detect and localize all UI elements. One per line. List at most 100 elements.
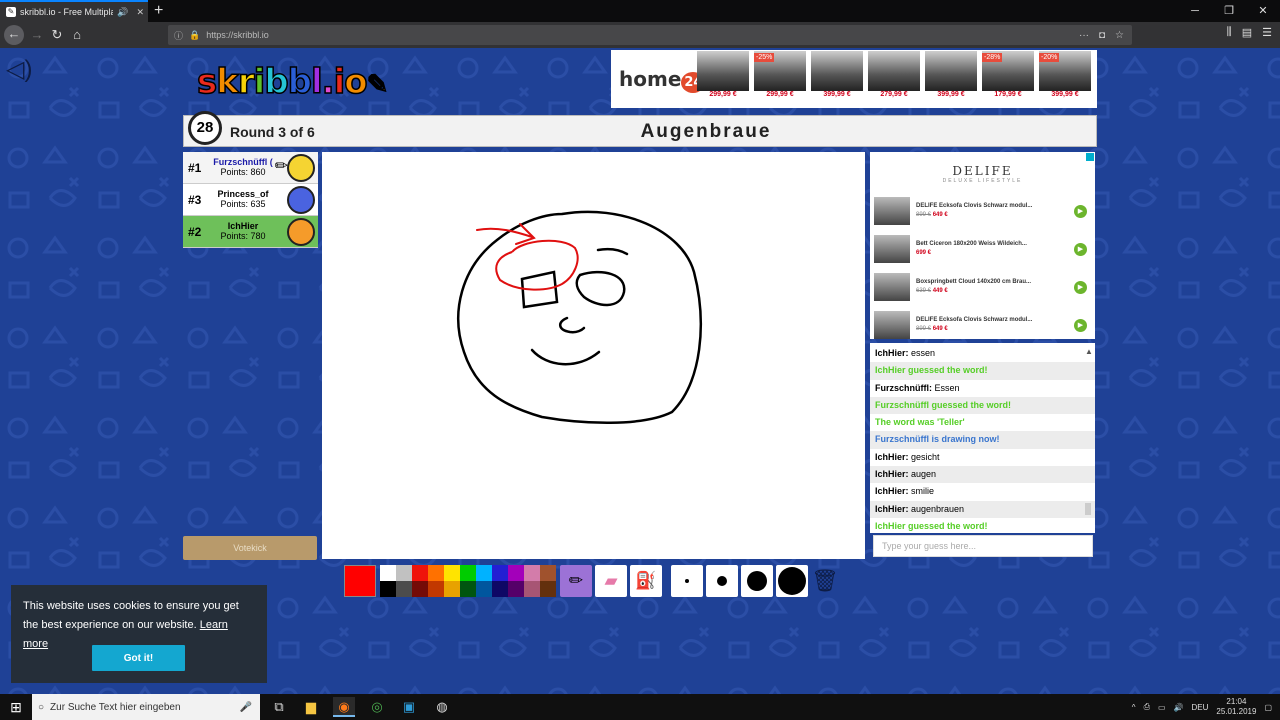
scroll-up-icon[interactable]: ▲ xyxy=(1085,347,1093,356)
battery-icon[interactable]: ▭ xyxy=(1158,703,1166,712)
ad-product[interactable]: 299,99 € xyxy=(695,51,751,107)
pencil-icon: ✏ xyxy=(568,571,584,590)
menu-icon[interactable]: ☰ xyxy=(1262,26,1272,39)
play-arrow-icon[interactable]: ▶ xyxy=(1074,318,1087,332)
color-swatch[interactable] xyxy=(428,565,444,581)
ad-product[interactable]: 299,99 € -25% xyxy=(752,51,808,107)
color-swatch[interactable] xyxy=(540,565,556,581)
color-swatch[interactable] xyxy=(508,581,524,597)
brush-size-button[interactable] xyxy=(741,565,773,597)
ad-product[interactable]: 399,99 € -20% xyxy=(1037,51,1093,107)
firefox-icon[interactable]: ◉ xyxy=(333,697,355,717)
color-swatch[interactable] xyxy=(540,581,556,597)
brush-size-button[interactable] xyxy=(671,565,703,597)
color-swatch[interactable] xyxy=(492,565,508,581)
player-row[interactable]: #1 Furzschnüffl (Points: 860 ✏ xyxy=(183,152,318,184)
browser-tab[interactable]: ✎ skribbl.io - Free Multiplaye 🔊 ✕ xyxy=(0,0,148,22)
ad-side-item[interactable]: Boxspringbett Cloud 140x200 cm Brau... 63… xyxy=(870,268,1095,306)
file-explorer-icon[interactable]: ▆ xyxy=(300,697,322,717)
ad-product[interactable]: 279,99 € xyxy=(866,51,922,107)
player-row[interactable]: #2 IchHier Points: 780 xyxy=(183,216,318,248)
maximize-icon[interactable]: ❐ xyxy=(1212,0,1246,22)
new-tab-icon[interactable]: + xyxy=(154,2,163,20)
chat-author: IchHier: xyxy=(875,503,912,514)
color-swatch[interactable] xyxy=(460,581,476,597)
color-swatch[interactable] xyxy=(428,581,444,597)
ad-product[interactable]: 179,99 € -28% xyxy=(980,51,1036,107)
color-swatch[interactable] xyxy=(524,565,540,581)
color-swatch[interactable] xyxy=(412,565,428,581)
close-window-icon[interactable]: ✕ xyxy=(1246,0,1280,22)
fill-tool-button[interactable]: ⛽ xyxy=(630,565,662,597)
color-swatch[interactable] xyxy=(460,565,476,581)
volume-icon[interactable]: 🔊 xyxy=(1174,703,1184,712)
task-view-icon[interactable]: ⧉ xyxy=(268,697,290,717)
ad-product[interactable]: 399,99 € xyxy=(809,51,865,107)
brush-size-button[interactable] xyxy=(776,565,808,597)
app-icon[interactable]: ▣ xyxy=(398,697,420,717)
ad-banner-side[interactable]: DELIFE DELUXE LIFESTYLE DELIFE Ecksofa C… xyxy=(870,152,1095,339)
chat-message: Furzschnüffl is drawing now! xyxy=(870,431,1095,449)
color-swatch[interactable] xyxy=(396,565,412,581)
reload-icon[interactable]: ↻ xyxy=(48,26,66,44)
drawing-canvas[interactable] xyxy=(322,152,865,559)
microphone-icon[interactable]: 🎤 xyxy=(240,702,252,713)
home-icon[interactable]: ⌂ xyxy=(68,26,86,44)
color-swatch[interactable] xyxy=(492,581,508,597)
info-icon[interactable]: ⓘ xyxy=(174,29,183,42)
windows-start-icon[interactable]: ⊞ xyxy=(0,694,32,720)
pencil-tool-button[interactable]: ✏ xyxy=(560,565,592,597)
ad-choices-icon[interactable] xyxy=(1086,153,1094,161)
close-tab-icon[interactable]: ✕ xyxy=(136,7,148,18)
clear-canvas-trash-icon[interactable]: 🗑 xyxy=(811,565,839,597)
scroll-thumb[interactable] xyxy=(1085,503,1091,515)
ad-side-item[interactable]: DELIFE Ecksofa Clovis Schwarz modul... 89… xyxy=(870,192,1095,230)
ad-side-item[interactable]: Bett Ciceron 180x200 Weiss Wildeich... 6… xyxy=(870,230,1095,268)
sound-toggle-icon[interactable]: ◁) xyxy=(6,56,36,84)
color-swatch[interactable] xyxy=(396,581,412,597)
notification-icon[interactable]: ▢ xyxy=(1264,703,1272,712)
tray-chevron-icon[interactable]: ^ xyxy=(1132,703,1136,712)
play-arrow-icon[interactable]: ▶ xyxy=(1074,242,1087,256)
color-swatch[interactable] xyxy=(476,565,492,581)
brush-size-button[interactable] xyxy=(706,565,738,597)
bookmark-star-icon[interactable]: ☆ xyxy=(1115,30,1124,41)
eraser-tool-button[interactable]: ▰ xyxy=(595,565,627,597)
color-swatch[interactable] xyxy=(444,581,460,597)
window-controls: ─ ❐ ✕ xyxy=(1178,0,1280,22)
got-it-button[interactable]: Got it! xyxy=(92,645,185,671)
forward-icon[interactable]: → xyxy=(28,26,46,44)
taskbar-search[interactable]: ○ Zur Suche Text hier eingeben 🎤 xyxy=(32,694,260,720)
ad-item-price: 649 € xyxy=(932,326,948,332)
url-bar[interactable]: ⓘ 🔒 https://skribbl.io ··· ◘ ☆ xyxy=(168,25,1132,45)
ad-banner-top[interactable]: home 24 299,99 € 299,99 € -25% 399,99 € 279,9… xyxy=(611,50,1097,108)
color-swatch[interactable] xyxy=(508,565,524,581)
minimize-icon[interactable]: ─ xyxy=(1178,0,1212,22)
pocket-icon[interactable]: ◘ xyxy=(1099,30,1105,41)
color-swatch[interactable] xyxy=(444,565,460,581)
ad-product[interactable]: 399,99 € xyxy=(923,51,979,107)
page-actions-icon[interactable]: ··· xyxy=(1079,30,1089,41)
obs-icon[interactable]: ◍ xyxy=(431,697,453,717)
player-row[interactable]: #3 Princess_of Points: 635 xyxy=(183,184,318,216)
taskbar-clock[interactable]: 21:04 25.01.2019 xyxy=(1216,697,1256,717)
guess-input[interactable] xyxy=(873,535,1093,557)
game-header: 28 Round 3 of 6 Augenbraue xyxy=(183,111,1097,147)
play-arrow-icon[interactable]: ▶ xyxy=(1074,280,1087,294)
color-swatch[interactable] xyxy=(412,581,428,597)
library-icon[interactable]: ⫼ xyxy=(1227,26,1232,39)
speaker-icon[interactable]: 🔊 xyxy=(117,7,132,18)
chat-scrollbar[interactable]: ▲ xyxy=(1085,347,1093,527)
play-arrow-icon[interactable]: ▶ xyxy=(1074,204,1087,218)
color-swatch[interactable] xyxy=(380,565,396,581)
language-indicator[interactable]: DEU xyxy=(1192,703,1209,712)
sidebar-icon[interactable]: ▤ xyxy=(1242,26,1252,39)
chrome-icon[interactable]: ◎ xyxy=(366,697,388,717)
color-swatch[interactable] xyxy=(380,581,396,597)
votekick-button[interactable]: Votekick xyxy=(183,536,317,560)
color-swatch[interactable] xyxy=(524,581,540,597)
network-icon[interactable]: ⎙ xyxy=(1144,702,1150,712)
ad-side-item[interactable]: DELIFE Ecksofa Clovis Schwarz modul... 89… xyxy=(870,306,1095,344)
back-icon[interactable]: ← xyxy=(4,25,24,45)
color-swatch[interactable] xyxy=(476,581,492,597)
